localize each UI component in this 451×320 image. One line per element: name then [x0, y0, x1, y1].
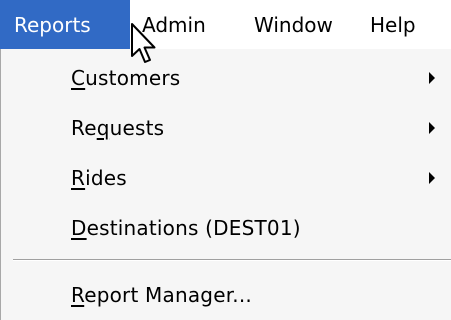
menu-item-customers[interactable]: Customers: [1, 54, 451, 102]
menu-bar: Reports Admin Window Help: [0, 0, 451, 49]
triangle-right-icon: [429, 122, 435, 134]
reports-dropdown-menu: Customers Requests Rides Destinations (D…: [0, 49, 451, 320]
menu-item-destinations[interactable]: Destinations (DEST01): [1, 204, 451, 252]
menu-help[interactable]: Help: [362, 0, 451, 49]
menu-separator: [13, 259, 451, 261]
menu-item-rides[interactable]: Rides: [1, 154, 451, 202]
menu-item-report-manager-label: Report Manager...: [71, 283, 252, 307]
menu-help-label: Help: [370, 12, 416, 37]
menu-item-rides-label: Rides: [71, 166, 127, 190]
triangle-right-icon: [429, 172, 435, 184]
menu-reports[interactable]: Reports: [0, 0, 130, 49]
triangle-right-icon: [429, 72, 435, 84]
app-root: Reports Admin Window Help Customers Requ…: [0, 0, 451, 320]
menu-item-customers-label: Customers: [71, 66, 181, 90]
menu-item-destinations-label: Destinations (DEST01): [71, 216, 301, 240]
menu-item-report-manager[interactable]: Report Manager...: [1, 271, 451, 319]
menu-item-requests-label: Requests: [71, 116, 165, 140]
menu-window-label: Window: [254, 12, 333, 37]
menu-reports-label: Reports: [14, 12, 91, 37]
mouse-pointer-icon: [131, 23, 156, 63]
menu-item-requests[interactable]: Requests: [1, 104, 451, 152]
menu-window[interactable]: Window: [244, 0, 362, 49]
